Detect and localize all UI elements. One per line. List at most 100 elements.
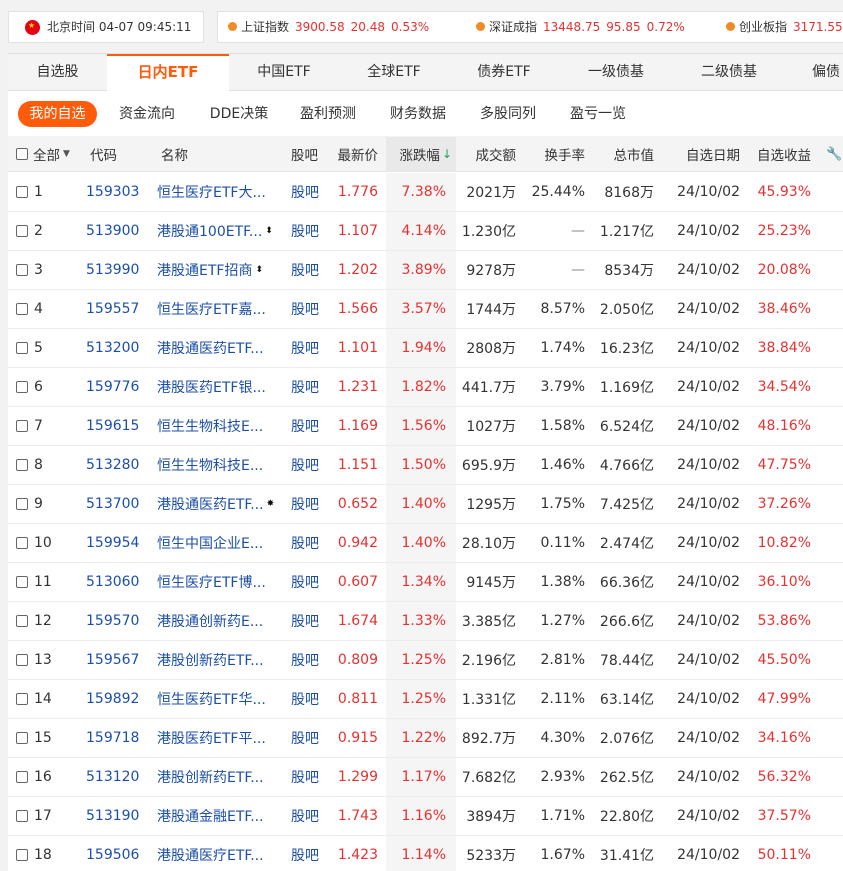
table-row[interactable]: 7 恒生生物科技E... 159615 股吧 1.169 1.56% 1027万 1.58% 6… [8,407,843,446]
fund-name-link[interactable]: 恒生医药ETF华... [157,689,266,709]
cell-guba[interactable]: 股吧 [291,446,331,484]
header-added-date[interactable]: 自选日期 [658,137,740,171]
cell-guba[interactable]: 股吧 [291,836,331,871]
cell-name[interactable]: 恒生中国企业E... [157,524,289,562]
fund-name-link[interactable]: 港股通ETF招商 [157,260,252,280]
fund-name-link[interactable]: 恒生生物科技E... [157,416,263,436]
row-checkbox[interactable] [16,459,28,471]
subtab-multi-stock[interactable]: 多股同列 [473,101,543,127]
cell-guba[interactable]: 股吧 [291,212,331,250]
fund-name-link[interactable]: 港股医药ETF平... [157,728,266,748]
row-checkbox[interactable] [16,498,28,510]
cell-name[interactable]: 港股通医药ETF... [157,329,289,367]
header-change-pct[interactable]: 涨跌幅 ↓ [386,137,456,171]
subtab-earnings-forecast[interactable]: 盈利预测 [293,101,363,127]
cell-name[interactable]: 港股通ETF招商 ⬍ [157,251,289,289]
cell-guba[interactable]: 股吧 [291,563,331,601]
cell-guba[interactable]: 股吧 [291,680,331,718]
index-item[interactable]: 创业板指 3171.55 [726,12,843,42]
select-all-cell[interactable]: 全部 ▼ [16,137,86,171]
row-checkbox[interactable] [16,849,28,861]
row-checkbox[interactable] [16,264,28,276]
header-name[interactable]: 名称 [161,137,221,171]
row-checkbox[interactable] [16,303,28,315]
tab-bond-mixed[interactable]: 偏债混 [785,54,843,91]
fund-name-link[interactable]: 恒生生物科技E... [157,455,263,475]
cell-name[interactable]: 港股通金融ETF... [157,797,289,835]
subtab-pnl-overview[interactable]: 盈亏一览 [563,101,633,127]
cell-guba[interactable]: 股吧 [291,602,331,640]
row-checkbox[interactable] [16,810,28,822]
cell-name[interactable]: 港股通医药ETF... ✸ [157,485,289,523]
table-row[interactable]: 11 恒生医疗ETF博... 513060 股吧 0.607 1.34% 9145万 1.38… [8,563,843,602]
tab-secondary-bond-fund[interactable]: 二级债基 [673,54,785,91]
fund-name-link[interactable]: 港股通金融ETF... [157,806,264,826]
tab-china-etf[interactable]: 中国ETF [229,54,339,91]
header-code[interactable]: 代码 [90,137,150,171]
row-checkbox[interactable] [16,186,28,198]
table-row[interactable]: 5 港股通医药ETF... 513200 股吧 1.101 1.94% 2808万 1.74%… [8,329,843,368]
cell-guba[interactable]: 股吧 [291,251,331,289]
cell-name[interactable]: 恒生生物科技E... [157,446,289,484]
cell-name[interactable]: 恒生医疗ETF博... [157,563,289,601]
fund-name-link[interactable]: 港股通100ETF... [157,221,262,241]
tab-primary-bond-fund[interactable]: 一级债基 [559,54,673,91]
select-all-checkbox[interactable] [16,148,28,160]
cell-guba[interactable]: 股吧 [291,485,331,523]
table-row[interactable]: 8 恒生生物科技E... 513280 股吧 1.151 1.50% 695.9万 1.46%… [8,446,843,485]
table-row[interactable]: 12 港股通创新药E... 159570 股吧 1.674 1.33% 3.385亿 1.27… [8,602,843,641]
subtab-fund-flow[interactable]: 资金流向 [111,101,183,127]
caret-down-icon[interactable]: ▼ [63,149,70,159]
cell-guba[interactable]: 股吧 [291,407,331,445]
row-checkbox[interactable] [16,771,28,783]
cell-name[interactable]: 恒生生物科技E... [157,407,289,445]
table-row[interactable]: 10 恒生中国企业E... 159954 股吧 0.942 1.40% 28.10万 0.11… [8,524,843,563]
row-checkbox[interactable] [16,732,28,744]
table-row[interactable]: 16 港股创新药ETF... 513120 股吧 1.299 1.17% 7.682亿 2.9… [8,758,843,797]
header-turnover-rate[interactable]: 换手率 [518,137,586,171]
cell-name[interactable]: 恒生医疗ETF嘉... [157,290,289,328]
table-row[interactable]: 15 港股医药ETF平... 159718 股吧 0.915 1.22% 892.7万 4.3… [8,719,843,758]
row-checkbox[interactable] [16,615,28,627]
row-checkbox[interactable] [16,420,28,432]
header-market-cap[interactable]: 总市值 [588,137,655,171]
cell-name[interactable]: 恒生医药ETF华... [157,680,289,718]
cell-guba[interactable]: 股吧 [291,641,331,679]
fund-name-link[interactable]: 恒生医疗ETF嘉... [157,299,266,319]
fund-name-link[interactable]: 港股通医药ETF... [157,494,264,514]
cell-name[interactable]: 港股通创新药E... [157,602,289,640]
cell-name[interactable]: 恒生医疗ETF大... [157,173,289,211]
header-price[interactable]: 最新价 [326,137,379,171]
cell-guba[interactable]: 股吧 [291,173,331,211]
subtab-dde[interactable]: DDE决策 [199,101,279,127]
row-checkbox[interactable] [16,537,28,549]
tab-bond-etf[interactable]: 债券ETF [449,54,559,91]
header-turnover[interactable]: 成交额 [456,137,517,171]
cell-guba[interactable]: 股吧 [291,290,331,328]
settings-wrench-icon[interactable]: 🔧 [826,137,843,171]
fund-name-link[interactable]: 港股创新药ETF... [157,767,264,787]
row-checkbox[interactable] [16,342,28,354]
row-checkbox[interactable] [16,693,28,705]
table-row[interactable]: 3 港股通ETF招商 ⬍ 513990 股吧 1.202 3.89% 9278万 — 8534万 2… [8,251,843,290]
subtab-my-watchlist[interactable]: 我的自选 [18,101,97,127]
cell-guba[interactable]: 股吧 [291,329,331,367]
fund-name-link[interactable]: 港股创新药ETF... [157,650,264,670]
header-return[interactable]: 自选收益 [743,137,811,171]
fund-name-link[interactable]: 港股通医药ETF... [157,338,264,358]
cell-name[interactable]: 港股创新药ETF... [157,641,289,679]
table-row[interactable]: 14 恒生医药ETF华... 159892 股吧 0.811 1.25% 1.331亿 2.1… [8,680,843,719]
table-row[interactable]: 13 港股创新药ETF... 159567 股吧 0.809 1.25% 2.196亿 2.8… [8,641,843,680]
fund-name-link[interactable]: 恒生医疗ETF博... [157,572,266,592]
cell-name[interactable]: 港股医药ETF平... [157,719,289,757]
table-row[interactable]: 4 恒生医疗ETF嘉... 159557 股吧 1.566 3.57% 1744万 8.57%… [8,290,843,329]
fund-name-link[interactable]: 恒生中国企业E... [157,533,263,553]
cell-name[interactable]: 港股医药ETF银... [157,368,289,406]
table-row[interactable]: 9 港股通医药ETF... ✸ 513700 股吧 0.652 1.40% 1295万 1.75… [8,485,843,524]
subtab-financial-data[interactable]: 财务数据 [383,101,453,127]
row-checkbox[interactable] [16,225,28,237]
cell-guba[interactable]: 股吧 [291,758,331,796]
index-item[interactable]: 深证成指 13448.75 95.85 0.72% [476,12,691,42]
cell-guba[interactable]: 股吧 [291,719,331,757]
header-guba[interactable]: 股吧 [291,137,331,171]
